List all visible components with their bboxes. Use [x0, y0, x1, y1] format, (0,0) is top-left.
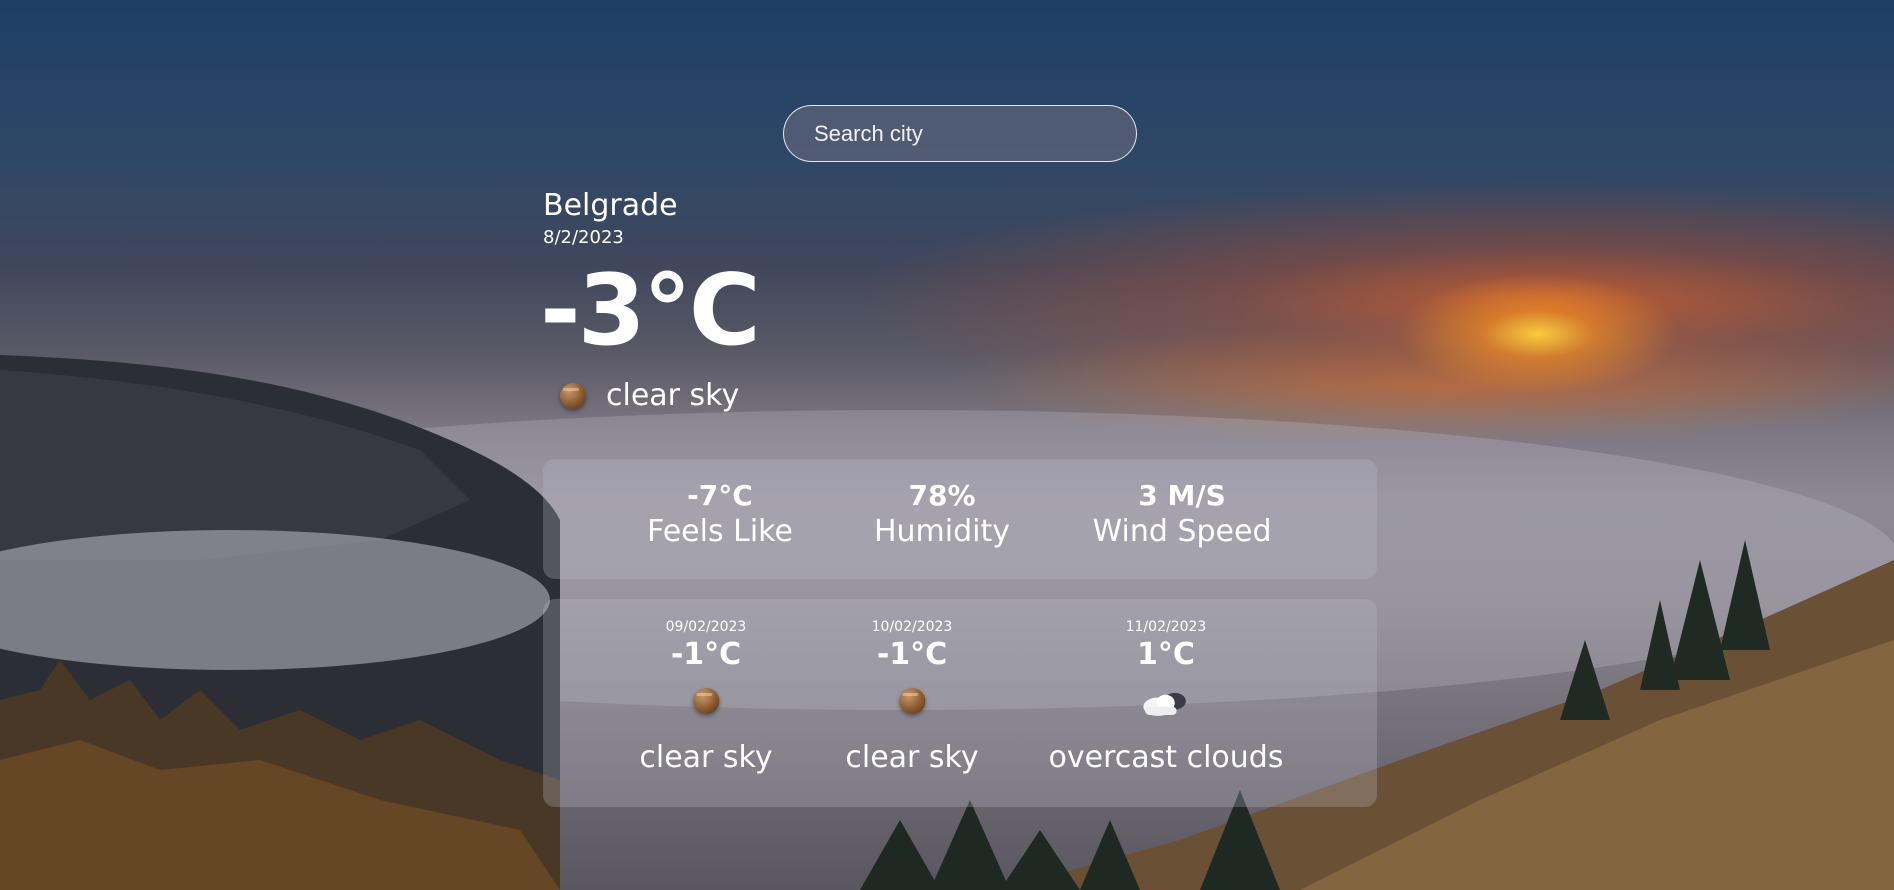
current-condition: clear sky: [560, 378, 739, 413]
wind-speed-label: Wind Speed: [1092, 514, 1272, 549]
search-box[interactable]: [783, 105, 1137, 162]
forecast-date: 10/02/2023: [871, 619, 953, 635]
feels-like-value: -7°C: [687, 479, 753, 512]
forecast-date: 09/02/2023: [665, 619, 747, 635]
current-temperature: -3°C: [540, 254, 761, 368]
city-name: Belgrade: [543, 188, 678, 223]
humidity-stat: 78% Humidity: [874, 479, 1010, 549]
current-condition-label: clear sky: [606, 378, 740, 413]
wind-speed-value: 3 M/S: [1138, 479, 1226, 512]
forecast-temperature: -1°C: [876, 637, 948, 672]
search-input[interactable]: [784, 106, 1136, 161]
forecast-date: 11/02/2023: [1125, 619, 1207, 635]
planet-icon: [692, 688, 719, 714]
wind-speed-stat: 3 M/S Wind Speed: [1093, 479, 1272, 549]
forecast-condition: clear sky: [639, 740, 773, 775]
forecast-temperature: -1°C: [670, 637, 742, 672]
forecast-condition: overcast clouds: [1048, 740, 1284, 775]
planet-icon: [560, 382, 586, 409]
forecast-day: 09/02/2023 -1°C clear sky: [639, 619, 772, 775]
forecast-temperature: 1°C: [1137, 637, 1195, 672]
planet-icon: [898, 688, 925, 714]
feels-like-label: Feels Like: [647, 514, 793, 549]
forecast-day: 10/02/2023 -1°C clear sky: [845, 619, 978, 775]
weather-details-panel: -7°C Feels Like 78% Humidity 3 M/S Wind …: [543, 459, 1377, 579]
humidity-value: 78%: [908, 479, 976, 512]
feels-like-stat: -7°C Feels Like: [647, 479, 793, 549]
current-date: 8/2/2023: [543, 227, 624, 248]
forecast-panel: 09/02/2023 -1°C clear sky 10/02/2023 -1°…: [543, 599, 1377, 807]
forecast-day: 11/02/2023 1°C overcast clouds: [1049, 619, 1284, 775]
cloud-icon: [1143, 692, 1187, 716]
humidity-label: Humidity: [873, 514, 1011, 549]
forecast-condition: clear sky: [845, 740, 979, 775]
